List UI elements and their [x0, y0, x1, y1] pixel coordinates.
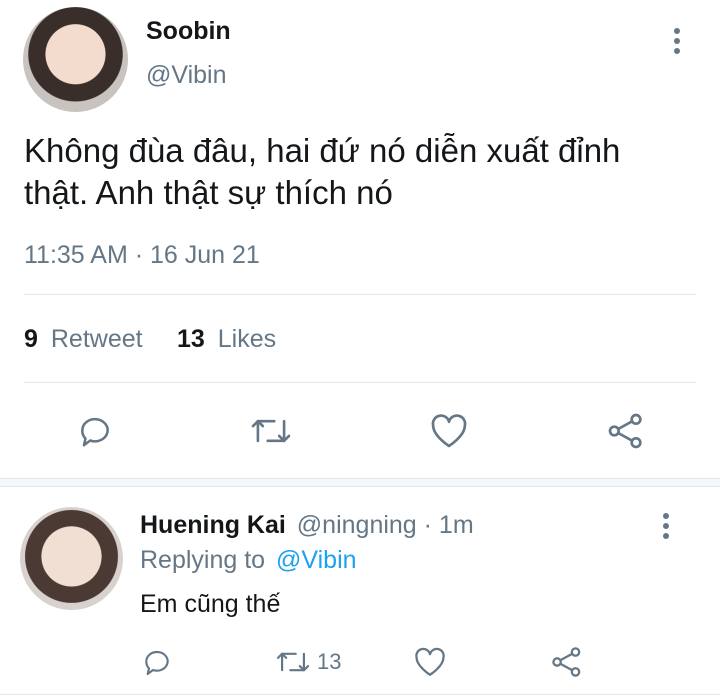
avatar-soobin[interactable]	[23, 7, 128, 112]
tweet-timestamp[interactable]: 11:35 AM · 16 Jun 21	[24, 241, 260, 270]
replying-prefix: Replying to	[140, 546, 266, 574]
replying-to: Replying to @Vibin	[140, 546, 357, 575]
author-display-name[interactable]: Soobin	[146, 17, 231, 46]
tweet-text-line-2: thật. Anh thật sự thích nó	[24, 174, 393, 211]
divider-mid	[24, 382, 696, 383]
divider-top	[24, 294, 696, 295]
reply-header: Huening Kai @ningning · 1m	[140, 511, 474, 540]
comment-icon[interactable]	[76, 412, 114, 450]
retweet-icon[interactable]	[249, 413, 293, 449]
likes-count: 13	[177, 325, 205, 353]
divider-bottom	[0, 694, 720, 695]
reply-share-icon[interactable]	[550, 645, 584, 679]
heart-icon[interactable]	[429, 412, 469, 450]
retweet-count: 9	[24, 325, 38, 353]
reply-display-name[interactable]: Huening Kai	[140, 511, 286, 539]
retweet-label: Retweet	[50, 325, 143, 353]
share-icon[interactable]	[606, 411, 646, 451]
reply-text: Em cũng thế	[140, 590, 281, 618]
likes-label: Likes	[217, 325, 277, 353]
likes-stat[interactable]: 13 Likes	[177, 325, 276, 354]
replying-to-link[interactable]: @Vibin	[276, 546, 357, 574]
tweet-text-line-1: Không đùa đâu, hai đứ nó diễn xuất đỉnh	[24, 132, 621, 169]
avatar-huening-kai[interactable]	[20, 507, 123, 610]
more-vertical-icon[interactable]	[672, 27, 682, 57]
reply-comment-icon[interactable]	[141, 646, 173, 678]
section-separator	[0, 478, 720, 487]
reply-retweet-count: 13	[317, 649, 342, 674]
reply-retweet-icon[interactable]	[275, 647, 311, 677]
retweet-stat[interactable]: 9 Retweet	[24, 325, 143, 354]
reply-heart-icon[interactable]	[413, 646, 447, 678]
reply-handle-time[interactable]: @ningning · 1m	[297, 511, 474, 539]
author-handle[interactable]: @Vibin	[146, 61, 227, 90]
reply-more-vertical-icon[interactable]	[661, 512, 671, 542]
